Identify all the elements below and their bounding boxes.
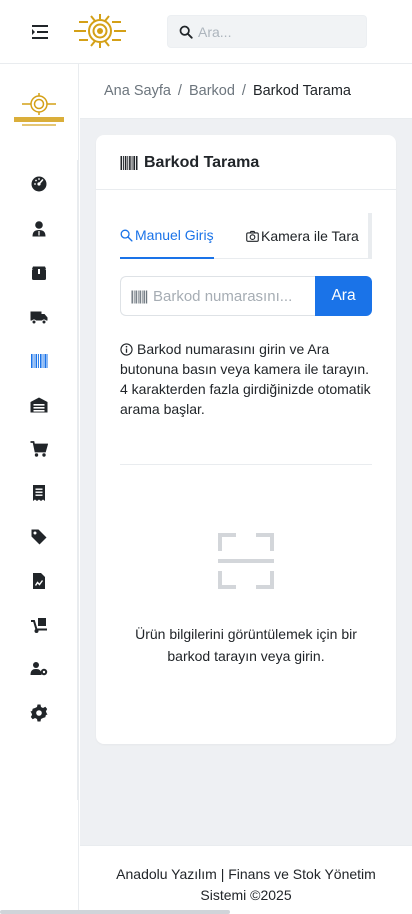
card-header: Barkod Tarama [96,135,396,190]
sidebar-item-products[interactable] [26,260,52,286]
barcode-scan-card: Barkod Tarama Manuel Giriş Kamera ile Ta… [96,135,396,744]
scan-frame-icon [218,533,274,589]
dolly-icon [31,618,47,633]
sidebar-item-settings[interactable] [26,700,52,726]
barcode-input[interactable] [153,277,313,315]
cart-icon [30,441,48,457]
footer-text: Anadolu Yazılım | Finans ve Stok Yönetim… [116,866,376,903]
barcode-field [120,276,316,316]
sidebar-item-reports[interactable] [26,568,52,594]
top-header [0,0,412,64]
tag-icon [31,529,47,545]
breadcrumb-home[interactable]: Ana Sayfa [104,83,171,99]
tab-camera-scan[interactable]: Kamera ile Tara [246,213,359,259]
empty-state-text: Ürün bilgilerini görüntülemek için bir b… [135,626,357,664]
brand-logo[interactable] [71,12,129,50]
breadcrumb: Ana Sayfa / Barkod / Barkod Tarama [104,83,351,99]
divider [120,464,372,465]
search-icon [120,229,133,242]
breadcrumb-barcode[interactable]: Barkod [189,83,235,99]
sidebar-item-warehouse[interactable] [26,392,52,418]
gear-icon [30,704,48,722]
scan-mode-tabs: Manuel Giriş Kamera ile Tara [120,213,372,259]
sidebar-item-customers[interactable] [26,216,52,242]
search-button[interactable]: Ara [315,276,372,316]
info-message: Barkod numarasını girin ve Ara butonuna … [120,339,372,419]
report-file-icon [33,573,45,589]
tab-manual-entry[interactable]: Manuel Giriş [120,213,214,259]
sidebar-item-shipments[interactable] [26,304,52,330]
dashboard-icon [31,176,47,192]
truck-icon [30,311,48,325]
breadcrumb-separator: / [177,83,182,99]
info-icon [120,343,133,356]
breadcrumb-separator: / [241,83,246,99]
sidebar-logo[interactable] [10,91,68,131]
menu-toggle-icon[interactable] [27,22,53,42]
sidebar-item-invoices[interactable] [26,480,52,506]
camera-icon [246,230,259,242]
footer: Anadolu Yazılım | Finans ve Stok Yönetim… [80,845,412,914]
sidebar-item-dispatch[interactable] [26,612,52,638]
sidebar [0,64,79,914]
global-search-input[interactable] [198,16,363,47]
sidebar-item-barcode[interactable] [26,348,52,374]
main-content: Barkod Tarama Manuel Giriş Kamera ile Ta… [80,119,412,845]
sidebar-item-sales[interactable] [26,436,52,462]
users-settings-icon [30,662,48,676]
user-icon [32,221,46,237]
barcode-icon [131,290,148,304]
breadcrumb-bar: Ana Sayfa / Barkod / Barkod Tarama [80,64,412,119]
horizontal-scrollbar[interactable] [0,910,230,914]
sidebar-item-tags[interactable] [26,524,52,550]
receipt-icon [33,485,45,501]
sidebar-item-user-management[interactable] [26,656,52,682]
barcode-icon [31,354,48,368]
warehouse-icon [30,397,48,413]
box-icon [32,266,46,280]
info-text: Barkod numarasını girin ve Ara butonuna … [120,341,371,417]
tabs-scrollbar[interactable] [368,213,372,259]
sidebar-scrollbar[interactable] [77,160,79,800]
search-icon [179,25,193,39]
tab-camera-scan-label: Kamera ile Tara [261,228,359,244]
tab-manual-entry-label: Manuel Giriş [135,227,214,243]
barcode-icon [120,156,138,170]
sidebar-item-dashboard[interactable] [26,171,52,197]
breadcrumb-current: Barkod Tarama [252,83,351,99]
global-search [167,15,367,48]
barcode-input-group: Ara [120,276,372,316]
card-title: Barkod Tarama [144,154,260,171]
